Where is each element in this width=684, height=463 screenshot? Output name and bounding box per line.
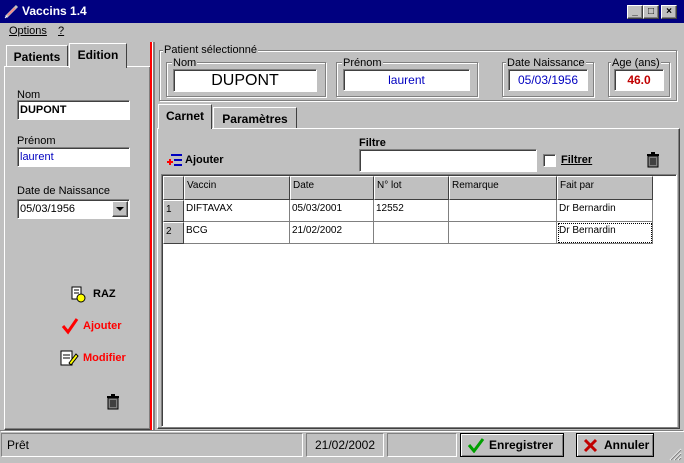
- filtre-label: Filtre: [359, 137, 386, 149]
- col-lot[interactable]: N° lot: [374, 176, 449, 200]
- col-vaccin[interactable]: Vaccin: [184, 176, 290, 200]
- cell-fait-par[interactable]: Dr Bernardin: [557, 200, 653, 222]
- add-row-icon: [167, 154, 182, 166]
- enregistrer-button[interactable]: Enregistrer: [460, 433, 564, 457]
- cell-remarque[interactable]: [449, 200, 557, 222]
- filtrer-checkbox[interactable]: [543, 154, 556, 167]
- annuler-button[interactable]: Annuler: [576, 433, 654, 457]
- patient-prenom-display: laurent: [343, 69, 470, 91]
- filtre-input[interactable]: [359, 149, 537, 172]
- close-button[interactable]: ×: [661, 5, 677, 19]
- tab-carnet[interactable]: Carnet: [158, 104, 212, 129]
- delete-row-trash-icon[interactable]: [645, 151, 661, 169]
- row-header[interactable]: 1: [163, 200, 184, 222]
- maximize-button[interactable]: □: [643, 5, 659, 19]
- cell-lot[interactable]: [374, 222, 449, 244]
- patient-dob-label: Date Naissance: [506, 57, 586, 69]
- prenom-label: Prénom: [17, 135, 56, 147]
- chevron-down-icon: [116, 207, 124, 211]
- carnet-panel: Ajouter Filtre Filtrer Vaccin Date N° lo…: [157, 128, 680, 429]
- patient-age-label: Age (ans): [611, 57, 661, 69]
- splitter-bar[interactable]: [152, 42, 155, 430]
- cell-remarque[interactable]: [449, 222, 557, 244]
- cell-vaccin[interactable]: DIFTAVAX: [184, 200, 290, 222]
- patient-prenom-label: Prénom: [342, 57, 383, 69]
- dob-value: 05/03/1956: [20, 203, 76, 215]
- nom-input[interactable]: DUPONT: [17, 100, 130, 120]
- add-vaccine-label: Ajouter: [185, 154, 224, 166]
- cell-lot[interactable]: 12552: [374, 200, 449, 222]
- cell-fait-par[interactable]: Dr Bernardin: [557, 222, 653, 244]
- status-date: 21/02/2002: [306, 433, 384, 457]
- cell-date[interactable]: 21/02/2002: [290, 222, 374, 244]
- raz-label: RAZ: [93, 288, 116, 300]
- col-date[interactable]: Date: [290, 176, 374, 200]
- syringe-icon[interactable]: [4, 4, 19, 19]
- minimize-button[interactable]: _: [627, 5, 643, 19]
- patient-group-title: Patient sélectionné: [163, 44, 258, 56]
- row-header[interactable]: 2: [163, 222, 184, 244]
- col-fait-par[interactable]: Fait par: [557, 176, 653, 200]
- ajouter-button[interactable]: Ajouter: [61, 317, 141, 337]
- grid-corner: [163, 176, 184, 200]
- cell-vaccin[interactable]: BCG: [184, 222, 290, 244]
- title-bar[interactable]: Vaccins 1.4 _ □ ×: [0, 0, 684, 23]
- trash-icon[interactable]: [105, 393, 121, 411]
- modifier-label: Modifier: [83, 352, 126, 364]
- status-text: Prêt: [1, 433, 303, 457]
- patient-dob-display: 05/03/1956: [508, 69, 588, 91]
- tab-edition[interactable]: Edition: [69, 43, 127, 68]
- window-title: Vaccins 1.4: [22, 4, 87, 18]
- eraser-icon: [71, 286, 86, 303]
- status-divider: [0, 430, 684, 432]
- dob-label: Date de Naissance: [17, 185, 110, 197]
- menu-help[interactable]: ?: [58, 25, 64, 37]
- modifier-button[interactable]: Modifier: [59, 349, 139, 369]
- menu-bar: Options ?: [0, 23, 684, 41]
- cell-date[interactable]: 05/03/2001: [290, 200, 374, 222]
- cancel-x-icon: [583, 438, 598, 453]
- save-check-icon: [467, 438, 485, 453]
- prenom-input[interactable]: laurent: [17, 147, 130, 167]
- checkmark-icon: [61, 318, 79, 335]
- annuler-label: Annuler: [604, 438, 650, 452]
- dob-dropdown-button[interactable]: [112, 201, 128, 217]
- filtrer-label[interactable]: Filtrer: [561, 154, 592, 166]
- enregistrer-label: Enregistrer: [489, 438, 554, 452]
- col-remarque[interactable]: Remarque: [449, 176, 557, 200]
- patient-age-display: 46.0: [614, 69, 664, 91]
- add-vaccine-button[interactable]: Ajouter: [166, 151, 236, 169]
- edition-panel: Nom DUPONT Prénom laurent Date de Naissa…: [4, 66, 151, 430]
- left-pane: Patients Edition Nom DUPONT Prénom laure…: [0, 42, 151, 430]
- edit-document-icon: [60, 350, 79, 366]
- patient-nom-display: DUPONT: [173, 69, 317, 92]
- raz-button[interactable]: RAZ: [69, 285, 139, 305]
- resize-grip-icon[interactable]: [668, 447, 682, 461]
- tab-parametres[interactable]: Paramètres: [213, 107, 297, 129]
- status-empty-panel: [387, 433, 457, 457]
- right-pane: Patient sélectionné Nom DUPONT Prénom la…: [156, 42, 682, 430]
- tab-patients[interactable]: Patients: [6, 45, 68, 67]
- vaccine-grid[interactable]: Vaccin Date N° lot Remarque Fait par 1 D…: [161, 174, 677, 427]
- menu-options[interactable]: Options: [9, 25, 47, 37]
- patient-nom-label: Nom: [172, 57, 198, 69]
- ajouter-label: Ajouter: [83, 320, 122, 332]
